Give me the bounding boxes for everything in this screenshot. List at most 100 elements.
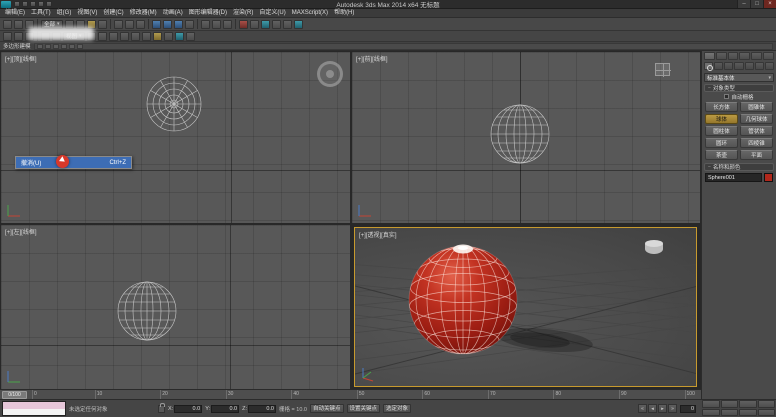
tab-display-icon[interactable]	[751, 52, 762, 60]
render-production-icon[interactable]	[294, 20, 303, 29]
primitive-button[interactable]: 几何球体	[740, 114, 773, 124]
coord-input[interactable]: 0.0	[248, 405, 276, 413]
layer-manager-icon[interactable]	[223, 20, 232, 29]
viewcube-grid-icon[interactable]	[655, 63, 670, 76]
category-systems-icon[interactable]	[765, 62, 774, 70]
timeline-tick[interactable]: 60	[422, 390, 430, 399]
primitive-category-dropdown[interactable]: 标准基本体	[704, 73, 774, 82]
material-editor-icon[interactable]	[261, 20, 270, 29]
timeline-tick[interactable]: 30	[226, 390, 234, 399]
time-slider-handle[interactable]: 0/100	[2, 391, 27, 399]
timeline-tick[interactable]: 0	[32, 390, 37, 399]
unlink-icon[interactable]	[14, 20, 23, 29]
menu-item[interactable]: 视图(V)	[74, 9, 100, 18]
select-move-icon[interactable]	[114, 20, 123, 29]
tab-create-icon[interactable]	[704, 52, 715, 60]
ribbon-toggle-icon[interactable]	[153, 32, 162, 41]
menu-item[interactable]: MAXScript(X)	[289, 9, 331, 18]
minimize-button[interactable]	[737, 0, 750, 8]
set-key-button[interactable]: 设置关键点	[347, 404, 381, 413]
menu-item[interactable]: 动画(A)	[160, 9, 186, 18]
primitive-button[interactable]: 四棱锥	[740, 138, 773, 148]
angle-snap-icon[interactable]	[163, 20, 172, 29]
primitive-button[interactable]: 球体	[705, 114, 738, 124]
maximize-button[interactable]	[750, 0, 763, 8]
primitive-button[interactable]: 圆柱体	[705, 126, 738, 136]
zoom-icon[interactable]	[702, 400, 720, 408]
primitive-button[interactable]: 茶壶	[705, 150, 738, 160]
viewport-perspective[interactable]: [+][透视][真实]	[354, 227, 697, 387]
timeline-tick[interactable]: 10	[95, 390, 103, 399]
select-rotate-icon[interactable]	[125, 20, 134, 29]
undo-icon[interactable]	[38, 1, 44, 7]
maxscript-mini-listener[interactable]	[2, 401, 66, 416]
category-spacewarps-icon[interactable]	[755, 62, 764, 70]
ribbon-icon[interactable]	[77, 44, 83, 49]
select-link-icon[interactable]	[3, 20, 12, 29]
ribbon-icon[interactable]	[37, 44, 43, 49]
viewport-left[interactable]: [+][左][线框]	[1, 225, 350, 389]
menu-item[interactable]: 创建(C)	[100, 9, 126, 18]
create-selection-set-icon[interactable]	[98, 32, 107, 41]
go-to-end-icon[interactable]	[668, 404, 677, 413]
redo-icon[interactable]	[46, 1, 52, 7]
primitive-button[interactable]: 圆锥体	[740, 102, 773, 112]
object-name-input[interactable]: Sphere001	[705, 173, 762, 182]
orbit-icon[interactable]	[739, 409, 757, 417]
timeline-tick[interactable]: 70	[488, 390, 496, 399]
open-file-icon[interactable]	[22, 1, 28, 7]
select-manipulate-icon[interactable]	[14, 32, 23, 41]
menu-item[interactable]: 帮助(H)	[331, 9, 357, 18]
go-to-start-icon[interactable]	[638, 404, 647, 413]
viewport-front[interactable]: [+][前][线框]	[352, 52, 700, 223]
auto-key-button[interactable]: 自动关键点	[310, 404, 344, 413]
ribbon-icon[interactable]	[61, 44, 67, 49]
select-scale-icon[interactable]	[136, 20, 145, 29]
menu-item[interactable]: 工具(T)	[28, 9, 54, 18]
ribbon-icon[interactable]	[53, 44, 59, 49]
3ds-max-logo[interactable]	[1, 1, 11, 8]
layer-explorer-icon[interactable]	[142, 32, 151, 41]
current-frame-field[interactable]: 0	[680, 405, 696, 413]
use-pivot-center-icon[interactable]	[3, 32, 12, 41]
sphere-object-front-view[interactable]	[489, 103, 551, 165]
viewport-front-label[interactable]: [+][前][线框]	[356, 54, 388, 63]
viewport-perspective-label[interactable]: [+][透视][真实]	[359, 230, 397, 239]
percent-snap-icon[interactable]	[174, 20, 183, 29]
viewcube-ring-icon[interactable]	[317, 61, 343, 87]
listener-script-row[interactable]	[3, 409, 65, 416]
ribbon-icon[interactable]	[45, 44, 51, 49]
name-color-rollout[interactable]: 名称和颜色	[704, 163, 774, 171]
timeline-tick[interactable]: 40	[291, 390, 299, 399]
sphere-object-top-view[interactable]	[144, 74, 204, 134]
zoom-all-icon[interactable]	[721, 400, 739, 408]
selection-lock-icon[interactable]	[158, 405, 165, 413]
autogrid-checkbox[interactable]	[724, 94, 729, 99]
spinner-snap-icon[interactable]	[185, 20, 194, 29]
category-lights-icon[interactable]	[724, 62, 733, 70]
menu-item[interactable]: 组(G)	[54, 9, 75, 18]
viewport-left-label[interactable]: [+][左][线框]	[5, 227, 37, 236]
timeline-tick[interactable]: 100	[685, 390, 695, 399]
timeline-tick[interactable]: 90	[619, 390, 627, 399]
viewport-top[interactable]: [+][顶][线框]	[1, 52, 350, 223]
menu-item[interactable]: 图形编辑器(D)	[186, 9, 230, 18]
window-crossing-icon[interactable]	[98, 20, 107, 29]
pan-icon[interactable]	[721, 409, 739, 417]
timeline-tick[interactable]: 80	[553, 390, 561, 399]
play-animation-icon[interactable]	[658, 404, 667, 413]
sphere-object-left-view[interactable]	[116, 280, 178, 342]
category-helpers-icon[interactable]	[745, 62, 754, 70]
previous-frame-icon[interactable]	[648, 404, 657, 413]
timeline-tick[interactable]: 50	[357, 390, 365, 399]
timeline-tick[interactable]: 20	[160, 390, 168, 399]
category-shapes-icon[interactable]	[714, 62, 723, 70]
align-tool-icon[interactable]	[120, 32, 129, 41]
viewport-top-label[interactable]: [+][顶][线框]	[5, 54, 37, 63]
menu-item[interactable]: 编辑(E)	[2, 9, 28, 18]
slate-material-icon[interactable]	[175, 32, 184, 41]
context-menu-item-undo[interactable]: 撤消(U) Ctrl+Z	[16, 157, 131, 168]
menu-item[interactable]: 渲染(R)	[230, 9, 256, 18]
menu-item[interactable]: 自定义(U)	[256, 9, 288, 18]
curve-editor-icon[interactable]	[239, 20, 248, 29]
